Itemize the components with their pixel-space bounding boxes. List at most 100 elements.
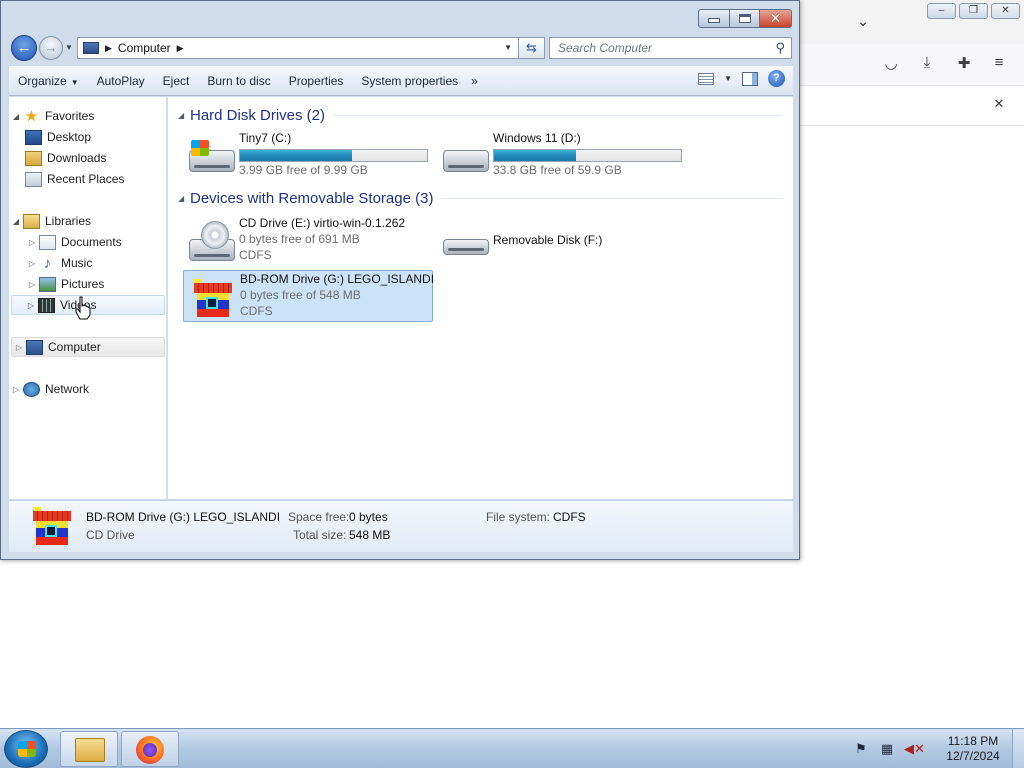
address-dropdown-icon[interactable]: ▼: [504, 43, 512, 52]
menu-icon[interactable]: ≡: [988, 54, 1010, 71]
navigation-row: ← → ▼ ▶ Computer ▶ ▼ ⇆ ⚲: [1, 33, 799, 63]
content-pane: ◢ Hard Disk Drives (2) Tiny7 (C:) 3.99 G…: [168, 97, 793, 499]
group-hard-disk-drives[interactable]: ◢ Hard Disk Drives (2): [178, 105, 783, 125]
star-icon: ★: [24, 107, 39, 125]
selected-item-icon: [27, 505, 71, 547]
minimize-button[interactable]: [698, 9, 730, 28]
window-icon: [45, 525, 57, 537]
system-properties-button[interactable]: System properties: [352, 70, 467, 92]
breadcrumb-computer[interactable]: Computer: [118, 41, 171, 55]
start-button[interactable]: [4, 730, 48, 768]
show-desktop-button[interactable]: [1012, 729, 1024, 768]
view-options-chevron-icon[interactable]: ▼: [724, 74, 732, 83]
nav-favorites[interactable]: ◢ ★ Favorites: [9, 106, 94, 126]
more-commands-button[interactable]: »: [471, 74, 478, 88]
group-collapse-icon[interactable]: ◢: [178, 194, 190, 203]
drive-c-name: Tiny7 (C:): [239, 131, 292, 145]
desktop-icon: [25, 129, 42, 145]
extensions-icon[interactable]: ✚: [953, 54, 975, 72]
expanded-arrow-icon[interactable]: ◢: [9, 217, 23, 226]
nav-documents[interactable]: ▷ Documents: [25, 232, 122, 252]
drive-d-usage-fill: [494, 150, 577, 161]
burn-to-disc-button[interactable]: Burn to disc: [198, 70, 279, 92]
nav-computer[interactable]: ▷ Computer: [11, 337, 165, 357]
eject-button[interactable]: Eject: [154, 70, 199, 92]
maximize-button[interactable]: [730, 9, 760, 28]
organize-button[interactable]: Organize ▼: [9, 70, 88, 92]
browser-restore-button[interactable]: ❐: [959, 3, 988, 19]
browser-minimize-button[interactable]: –: [927, 3, 956, 19]
drive-f[interactable]: Removable Disk (F:): [437, 215, 687, 267]
back-arrow-icon: ←: [16, 39, 32, 56]
collapsed-arrow-icon[interactable]: ▷: [12, 343, 26, 352]
computer-icon: [83, 42, 99, 54]
back-button[interactable]: ←: [11, 35, 37, 61]
search-box[interactable]: ⚲: [549, 37, 792, 59]
collapsed-arrow-icon[interactable]: ▷: [9, 385, 23, 394]
nav-libraries[interactable]: ◢ Libraries: [9, 211, 91, 231]
group-collapse-icon[interactable]: ◢: [178, 111, 190, 120]
search-input[interactable]: [558, 41, 758, 55]
search-icon[interactable]: ⚲: [775, 40, 785, 56]
expanded-arrow-icon[interactable]: ◢: [9, 112, 23, 121]
nav-music[interactable]: ▷ ♪ Music: [25, 253, 92, 273]
recent-pages-dropdown[interactable]: ▼: [65, 43, 73, 52]
browser-notification-bar: ✕: [798, 86, 1024, 126]
volume-muted-icon[interactable]: ◀✕: [904, 741, 925, 757]
collapsed-arrow-icon[interactable]: ▷: [25, 259, 39, 268]
roof-icon: [33, 511, 71, 521]
pocket-icon[interactable]: ◡: [880, 54, 902, 72]
taskbar-explorer[interactable]: [60, 731, 118, 767]
group-removable-storage-title: Devices with Removable Storage (3): [190, 189, 434, 207]
action-center-flag-icon[interactable]: ⚑: [852, 741, 870, 757]
drive-d[interactable]: Windows 11 (D:) 33.8 GB free of 59.9 GB: [437, 130, 687, 182]
network-icon[interactable]: ▦: [878, 741, 896, 757]
close-button[interactable]: ✕: [760, 9, 792, 28]
help-icon[interactable]: ?: [768, 70, 785, 87]
group-removable-storage[interactable]: ◢ Devices with Removable Storage (3): [178, 188, 783, 208]
disc-icon: [201, 221, 229, 249]
clock[interactable]: 11:18 PM 12/7/2024: [934, 734, 1012, 764]
autoplay-button[interactable]: AutoPlay: [88, 70, 154, 92]
tab-list-chevron-icon[interactable]: ⌄: [852, 12, 874, 30]
nav-desktop[interactable]: Desktop: [25, 127, 91, 147]
hand-cursor-icon: [75, 296, 91, 320]
collapsed-arrow-icon[interactable]: ▷: [25, 238, 39, 247]
details-file-system-value: CDFS: [553, 510, 586, 524]
change-view-icon[interactable]: [698, 72, 715, 85]
firefox-icon: [136, 736, 164, 764]
taskbar-firefox[interactable]: [121, 731, 179, 767]
browser-close-button[interactable]: ✕: [991, 3, 1020, 19]
downloads-icon[interactable]: ⤓: [916, 54, 938, 71]
preview-pane-icon[interactable]: [742, 71, 758, 86]
drive-d-free-space: 33.8 GB free of 59.9 GB: [493, 163, 622, 177]
nav-recent-places[interactable]: Recent Places: [25, 169, 124, 189]
collapsed-arrow-icon[interactable]: ▷: [25, 280, 39, 289]
nav-pictures[interactable]: ▷ Pictures: [25, 274, 104, 294]
drive-c-free-space: 3.99 GB free of 9.99 GB: [239, 163, 368, 177]
collapsed-arrow-icon[interactable]: ▷: [24, 301, 38, 310]
nav-network[interactable]: ▷ Network: [9, 379, 89, 399]
removable-disk-icon: [441, 221, 489, 261]
drive-c[interactable]: Tiny7 (C:) 3.99 GB free of 9.99 GB: [183, 130, 433, 182]
nav-downloads[interactable]: Downloads: [25, 148, 106, 168]
properties-button[interactable]: Properties: [280, 70, 353, 92]
forward-button[interactable]: →: [39, 36, 63, 60]
breadcrumb-separator-icon[interactable]: ▶: [177, 43, 184, 54]
drive-e-free-space: 0 bytes free of 691 MB: [239, 232, 360, 246]
breadcrumb-separator-icon[interactable]: ▶: [105, 43, 112, 54]
house-icon: [194, 279, 232, 317]
drive-e[interactable]: CD Drive (E:) virtio-win-0.1.262 0 bytes…: [183, 215, 433, 267]
explorer-window: ✕ ← → ▼ ▶ Computer ▶ ▼ ⇆ ⚲ Organize▼ Aut…: [0, 0, 800, 560]
close-notification-icon[interactable]: ✕: [988, 96, 1010, 112]
film-strip-icon: [38, 297, 55, 313]
chevron-down-icon: ▼: [70, 77, 79, 87]
address-bar[interactable]: ▶ Computer ▶ ▼: [77, 37, 519, 59]
refresh-button[interactable]: ⇆: [519, 37, 545, 59]
hard-drive-icon: [187, 136, 235, 176]
nav-network-label: Network: [45, 382, 90, 396]
background-browser-window: ⌄ – ❐ ✕ ◡ ⤓ ✚ ≡ ✕: [798, 0, 1024, 728]
drive-g[interactable]: BD-ROM Drive (G:) LEGO_ISLANDI 0 bytes f…: [183, 270, 434, 322]
window-icon: [206, 297, 218, 309]
details-space-free-value: 0 bytes: [349, 510, 388, 524]
